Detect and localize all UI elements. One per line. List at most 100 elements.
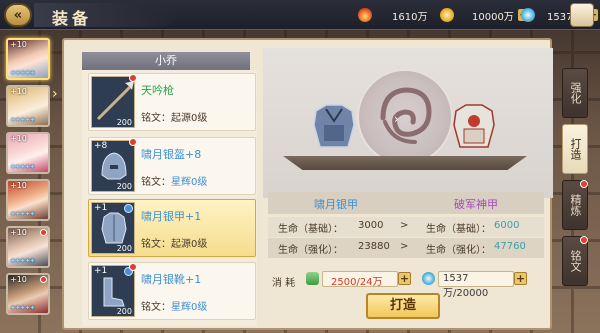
hero-card[interactable]: +10 ✦✦✦✦✦ <box>6 38 50 80</box>
armor-thumb: +1 200 <box>91 202 135 254</box>
add-jade-cost-button[interactable]: + <box>514 272 527 285</box>
gold-icon <box>440 8 454 22</box>
tab-inscription[interactable]: 铭文 <box>562 236 588 286</box>
tab-forge[interactable]: 打造 <box>562 124 588 174</box>
stat-target: 6000 <box>494 220 520 231</box>
stats-compare: 啸月银甲 破军神甲 生命（基础）： 3000 > 生命（基础）： 6000 生命… <box>268 192 544 264</box>
hero-stars: ✦✦✦✦✦ <box>10 69 35 77</box>
item-inscription: 铭文：起源0级 <box>141 109 207 124</box>
stat-label: 生命（强化）： <box>426 245 491 256</box>
flame-icon <box>358 8 372 22</box>
stat-label: 生命（强化）： <box>278 245 343 256</box>
item-level: 200 <box>116 182 132 191</box>
stat-label: 生命（基础）： <box>426 224 491 235</box>
item-level: 200 <box>116 118 132 127</box>
display-stage <box>283 156 527 170</box>
hero-stars: ✦✦✦✦✦ <box>10 210 35 218</box>
back-arrow-icon: « <box>13 7 23 23</box>
stat-arrow: > <box>400 220 409 231</box>
resource-flame: 1610万 <box>358 6 427 24</box>
gold-value: 10000万 <box>472 11 514 23</box>
inscription-label: 铭文： <box>141 302 171 313</box>
stat-arrow: > <box>400 241 409 252</box>
resource-gold: 10000万 + <box>440 6 530 24</box>
notification-dot <box>580 180 588 188</box>
hero-card[interactable]: +10 ✦✦✦✦✦ <box>6 179 50 221</box>
page-title: 装备 <box>52 9 93 28</box>
item-inscription: 铭文：星辉0级 <box>141 298 207 313</box>
hero-level: +10 <box>10 134 27 143</box>
material-cost-box: 2500/24万 <box>322 271 398 288</box>
stat-row: 生命（基础）： 3000 > 生命（基础）： 6000 <box>268 217 544 237</box>
jade-cost: 1537万/20000 <box>443 273 489 299</box>
equipment-item[interactable]: +1 200 啸月银靴+1 铭文：星辉0级 <box>88 262 256 320</box>
forge-cost: 消 耗 2500/24万 + 1537万/20000 + <box>272 271 548 299</box>
tab-label: 强化 <box>569 82 582 104</box>
top-bar: « 装备 1610万 10000万 + 1537万 + <box>0 0 600 30</box>
chevron-right-icon: › <box>52 86 58 102</box>
notification-dot <box>129 74 137 82</box>
item-level: 200 <box>116 244 132 253</box>
equipment-item[interactable]: +8 200 啸月银盔+8 铭文：星辉0级 <box>88 137 256 195</box>
stat-row: 生命（强化）： 23880 > 生命（强化）： 47760 <box>268 238 544 258</box>
cost-label: 消 耗 <box>272 278 296 289</box>
hero-level: +10 <box>10 40 27 49</box>
item-inscription: 铭文：星辉0级 <box>141 173 207 188</box>
hero-stars: ✦✦✦✦✦ <box>10 304 35 312</box>
helmet-thumb: +8 200 <box>91 138 137 192</box>
item-name: 啸月银靴+1 <box>141 273 202 286</box>
inscription-value: 星辉0级 <box>171 177 208 188</box>
hero-level: +10 <box>10 181 27 190</box>
item-plus: +8 <box>94 141 108 151</box>
back-button[interactable]: « <box>4 3 32 27</box>
hero-card[interactable]: +10 ✦✦✦✦✦ <box>6 85 50 127</box>
inscription-value: 星辉0级 <box>171 302 208 313</box>
dragon-emblem-icon <box>380 87 432 144</box>
hero-level: +10 <box>10 275 27 284</box>
target-armor-icon <box>453 104 495 148</box>
tab-label: 精炼 <box>569 194 582 216</box>
item-name: 天吟枪 <box>141 84 174 97</box>
item-level: 200 <box>116 307 132 316</box>
notification-dot <box>40 276 47 283</box>
inscription-value: 起源0级 <box>171 239 208 250</box>
tab-enhance[interactable]: 强化 <box>562 68 588 118</box>
gem-icon <box>124 204 133 213</box>
equipment-item[interactable]: +1 200 啸月银甲+1 铭文：起源0级 <box>88 199 256 257</box>
stat-current: 3000 <box>358 220 384 231</box>
item-name: 啸月银甲+1 <box>141 210 202 223</box>
weapon-thumb: 200 <box>91 74 137 128</box>
notification-dot <box>580 236 588 244</box>
hero-level: +10 <box>10 228 27 237</box>
equipment-item[interactable]: 200 天吟枪 铭文：起源0级 <box>88 73 256 131</box>
hero-stars: ✦✦✦✦✦ <box>10 257 35 265</box>
jade-cost-box: 1537万/20000 <box>438 271 514 299</box>
jade-icon <box>422 272 435 285</box>
notification-dot <box>129 263 137 271</box>
hero-card[interactable]: +10 ✦✦✦✦✦ <box>6 226 50 268</box>
current-item-name: 啸月银甲 <box>314 198 358 211</box>
tab-refine[interactable]: 精炼 <box>562 180 588 230</box>
hero-card[interactable]: +10 ✦✦✦✦✦ <box>6 273 50 315</box>
material-icon <box>306 272 319 285</box>
notification-dot <box>129 138 137 146</box>
current-armor-icon <box>313 104 355 148</box>
stat-label: 生命（基础）： <box>278 224 343 235</box>
menu-icon[interactable] <box>570 3 594 27</box>
equipment-list-header: 小乔 <box>82 52 250 70</box>
forge-button[interactable]: 打造 <box>366 293 440 319</box>
inscription-value: 起源0级 <box>171 113 208 124</box>
hero-list: +10 ✦✦✦✦✦ +10 ✦✦✦✦✦ +10 ✦✦✦✦✦ +10 ✦✦✦✦✦ … <box>0 34 60 333</box>
hero-card[interactable]: +10 ✦✦✦✦✦ <box>6 132 50 174</box>
hero-stars: ✦✦✦✦✦ <box>10 163 35 171</box>
item-plus: +1 <box>94 266 108 276</box>
item-plus: +1 <box>94 203 108 213</box>
jade-icon <box>521 8 535 22</box>
inscription-label: 铭文： <box>141 113 171 124</box>
add-material-button[interactable]: + <box>398 272 411 285</box>
stat-current: 23880 <box>358 241 390 252</box>
material-cost: 2500/24万 <box>331 277 383 288</box>
upgrade-arrow-icon: › <box>394 112 399 126</box>
notification-dot <box>40 229 47 236</box>
item-name: 啸月银盔+8 <box>141 148 202 161</box>
